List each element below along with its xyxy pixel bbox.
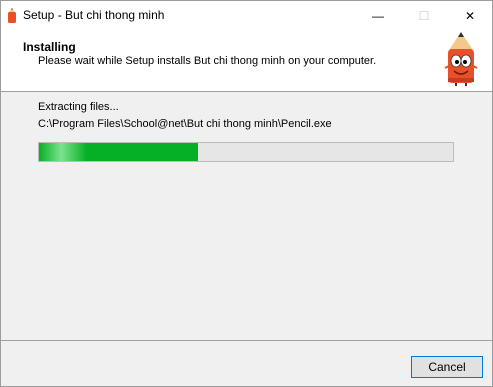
maximize-button[interactable]: ☐ (401, 1, 447, 31)
wizard-header: Installing Please wait while Setup insta… (1, 31, 492, 92)
close-button[interactable]: ✕ (447, 1, 492, 31)
setup-window: Setup - But chi thong minh — ☐ ✕ Install… (0, 0, 493, 387)
page-subtitle: Please wait while Setup installs But chi… (38, 55, 377, 67)
page-title: Installing (23, 40, 76, 54)
pencil-mascot-icon (444, 32, 478, 86)
current-file-path: C:\Program Files\School@net\But chi thon… (38, 118, 332, 130)
pencil-app-icon (8, 8, 16, 23)
window-title: Setup - But chi thong minh (23, 8, 165, 22)
status-label: Extracting files... (38, 101, 119, 113)
progress-bar (38, 142, 454, 162)
footer-divider (1, 340, 492, 341)
title-bar: Setup - But chi thong minh — ☐ ✕ (1, 1, 492, 31)
progress-fill (39, 143, 199, 161)
minimize-button[interactable]: — (355, 1, 401, 31)
cancel-button[interactable]: Cancel (411, 356, 483, 378)
